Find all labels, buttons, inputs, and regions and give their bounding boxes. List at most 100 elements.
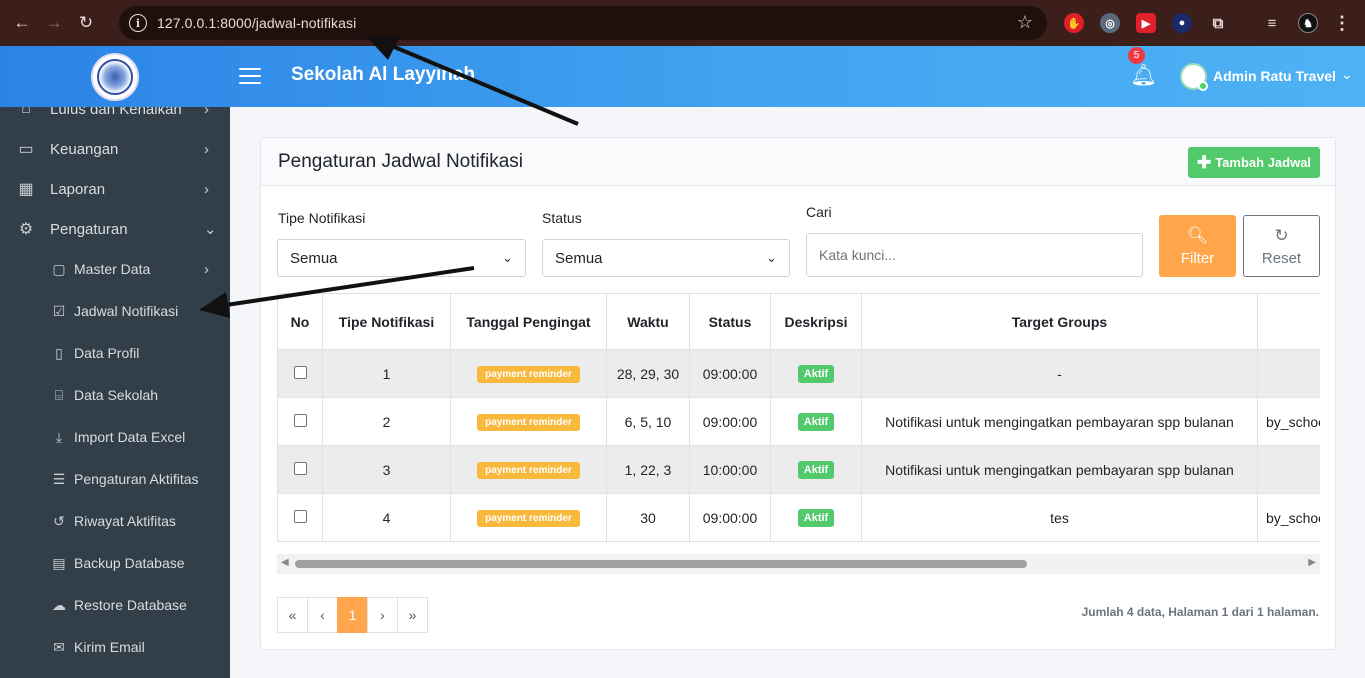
- row-checkbox-cell[interactable]: [277, 493, 323, 542]
- extension-stop-icon[interactable]: ✋: [1064, 13, 1084, 33]
- table-row[interactable]: 2 payment reminder 6, 5, 10 09:00:00 Akt…: [277, 397, 1320, 446]
- type-badge: payment reminder: [477, 462, 580, 479]
- scrollbar-thumb[interactable]: [295, 560, 1027, 568]
- status-filter-select[interactable]: Semua ⌄: [542, 239, 790, 277]
- extension-globe-icon[interactable]: ●: [1172, 13, 1192, 33]
- pagination: « ‹ 1 › »: [277, 597, 428, 633]
- admin-name[interactable]: Admin Ratu Travel: [1213, 68, 1336, 84]
- school-name: Sekolah Al Layyinah: [291, 64, 476, 85]
- type-badge: payment reminder: [477, 414, 580, 431]
- add-schedule-label: Tambah Jadwal: [1215, 155, 1312, 170]
- row-checkbox-cell[interactable]: [277, 445, 323, 494]
- school-logo[interactable]: [91, 53, 139, 101]
- add-schedule-button[interactable]: ✚ Tambah Jadwal: [1188, 147, 1320, 178]
- site-info-icon[interactable]: i: [129, 14, 147, 32]
- cell-target: [1257, 349, 1320, 398]
- sidebar-item-label: Keuangan: [50, 140, 119, 158]
- cell-target: [1257, 445, 1320, 494]
- cell-tanggal: 1, 22, 3: [606, 445, 690, 494]
- address-bar[interactable]: i 127.0.0.1:8000/jadwal-notifikasi ☆: [119, 6, 1047, 40]
- hamburger-menu-icon[interactable]: [239, 68, 261, 84]
- table-row[interactable]: 4 payment reminder 30 09:00:00 Aktif tes…: [277, 493, 1320, 542]
- column-header[interactable]: Waktu: [606, 293, 690, 350]
- url-text[interactable]: 127.0.0.1:8000/jadwal-notifikasi: [157, 15, 356, 31]
- sidebar-subitem-restore-database[interactable]: ☁ Restore Database: [0, 584, 230, 626]
- reload-icon[interactable]: ↻: [72, 9, 100, 37]
- sidebar-subitem-backup-database[interactable]: ▤ Backup Database: [0, 542, 230, 584]
- sidebar-subitem-label: Import Data Excel: [74, 429, 186, 445]
- type-filter-value: Semua: [290, 249, 338, 267]
- profile-avatar-icon[interactable]: ♞: [1298, 13, 1318, 33]
- sidebar-subitem-data-profil[interactable]: ▯ Data Profil: [0, 332, 230, 374]
- row-checkbox[interactable]: [293, 461, 307, 475]
- cell-status: Aktif: [770, 349, 862, 398]
- sidebar-item-laporan[interactable]: ▦ Laporan ›: [0, 169, 230, 209]
- column-header[interactable]: Tipe Notifikasi: [322, 293, 451, 350]
- column-header[interactable]: Tanggal Pengingat: [450, 293, 607, 350]
- back-icon[interactable]: ←: [8, 9, 36, 37]
- scroll-left-icon[interactable]: ◀: [281, 557, 289, 568]
- forward-icon[interactable]: →: [40, 9, 68, 37]
- type-filter-select[interactable]: Semua ⌄: [277, 239, 526, 277]
- sidebar-item-label: Laporan: [50, 180, 106, 198]
- cell-waktu: 10:00:00: [689, 445, 771, 494]
- sidebar-subitem-riwayat-aktifitas[interactable]: ↺ Riwayat Aktifitas: [0, 500, 230, 542]
- sidebar-subitem-data-sekolah[interactable]: ⌸ Data Sekolah: [0, 374, 230, 416]
- table-row[interactable]: 1 payment reminder 28, 29, 30 09:00:00 A…: [277, 349, 1320, 398]
- list-icon: ☰: [52, 470, 66, 487]
- filter-button[interactable]: 🔍︎ Filter: [1159, 215, 1236, 277]
- page-next-button[interactable]: ›: [367, 597, 398, 633]
- sidebar-item-keuangan[interactable]: ▭ Keuangan ›: [0, 129, 230, 169]
- page-current-button[interactable]: 1: [337, 597, 368, 633]
- row-checkbox-cell[interactable]: [277, 349, 323, 398]
- sidebar-subitem-jadwal-notifikasi[interactable]: ☑ Jadwal Notifikasi: [0, 290, 230, 332]
- notification-bell-icon[interactable]: 🔔︎: [1130, 64, 1157, 88]
- column-header[interactable]: Status: [689, 293, 771, 350]
- cell-tipe: payment reminder: [450, 349, 607, 398]
- status-filter-label: Status: [542, 210, 582, 226]
- page-prev-button[interactable]: ‹: [307, 597, 338, 633]
- horizontal-scrollbar[interactable]: ◀ ▶: [277, 554, 1320, 574]
- search-label: Cari: [806, 204, 832, 220]
- schedule-table-container[interactable]: No Tipe Notifikasi Tanggal Pengingat Wak…: [277, 293, 1320, 542]
- column-header[interactable]: No: [277, 293, 323, 350]
- sidebar-subitem-label: Restore Database: [74, 597, 187, 613]
- cell-waktu: 09:00:00: [689, 349, 771, 398]
- calendar-check-icon: ☑: [52, 302, 66, 319]
- cell-no: 4: [322, 493, 451, 542]
- cell-tanggal: 28, 29, 30: [606, 349, 690, 398]
- scroll-right-icon[interactable]: ▶: [1308, 557, 1316, 568]
- cell-no: 2: [322, 397, 451, 446]
- sidebar-item-lulus[interactable]: ⌂ Lulus dan Kenaikan ›: [0, 107, 230, 129]
- row-checkbox-cell[interactable]: [277, 397, 323, 446]
- sidebar-subitem-master-data[interactable]: ▢ Master Data ›: [0, 248, 230, 290]
- row-checkbox[interactable]: [293, 413, 307, 427]
- cell-waktu: 09:00:00: [689, 397, 771, 446]
- status-badge: Aktif: [797, 509, 835, 527]
- admin-avatar[interactable]: [1180, 63, 1208, 91]
- sidebar-subitem-kirim-email[interactable]: ✉ Kirim Email: [0, 626, 230, 668]
- column-header[interactable]: [1257, 293, 1320, 350]
- row-checkbox[interactable]: [293, 365, 307, 379]
- page-first-button[interactable]: «: [277, 597, 308, 633]
- page-last-button[interactable]: »: [397, 597, 428, 633]
- sidebar-subitem-pengaturan-aktifitas[interactable]: ☰ Pengaturan Aktifitas: [0, 458, 230, 500]
- sidebar-subitem-import-excel[interactable]: ⤓ Import Data Excel: [0, 416, 230, 458]
- sidebar-item-pengaturan[interactable]: ⚙ Pengaturan ⌄: [0, 209, 230, 249]
- extensions-puzzle-icon[interactable]: ⧉: [1208, 13, 1228, 33]
- extension-video-icon[interactable]: ▶: [1136, 13, 1156, 33]
- id-badge-icon: ▯: [55, 344, 63, 361]
- search-input[interactable]: Kata kunci...: [806, 233, 1143, 277]
- chevron-down-icon[interactable]: ⌄: [1341, 66, 1353, 83]
- reset-button[interactable]: ↻ Reset: [1243, 215, 1320, 277]
- extension-glasses-icon[interactable]: ◎: [1100, 13, 1120, 33]
- column-header[interactable]: Deskripsi: [770, 293, 862, 350]
- cell-target: by_school: [1257, 493, 1320, 542]
- cell-target: by_school: [1257, 397, 1320, 446]
- table-row[interactable]: 3 payment reminder 1, 22, 3 10:00:00 Akt…: [277, 445, 1320, 494]
- bookmark-star-icon[interactable]: ☆: [1017, 12, 1033, 33]
- chrome-menu-icon[interactable]: ⋮: [1332, 13, 1352, 33]
- row-checkbox[interactable]: [293, 509, 307, 523]
- media-control-icon[interactable]: ≡: [1262, 13, 1282, 33]
- column-header[interactable]: Target Groups: [861, 293, 1258, 350]
